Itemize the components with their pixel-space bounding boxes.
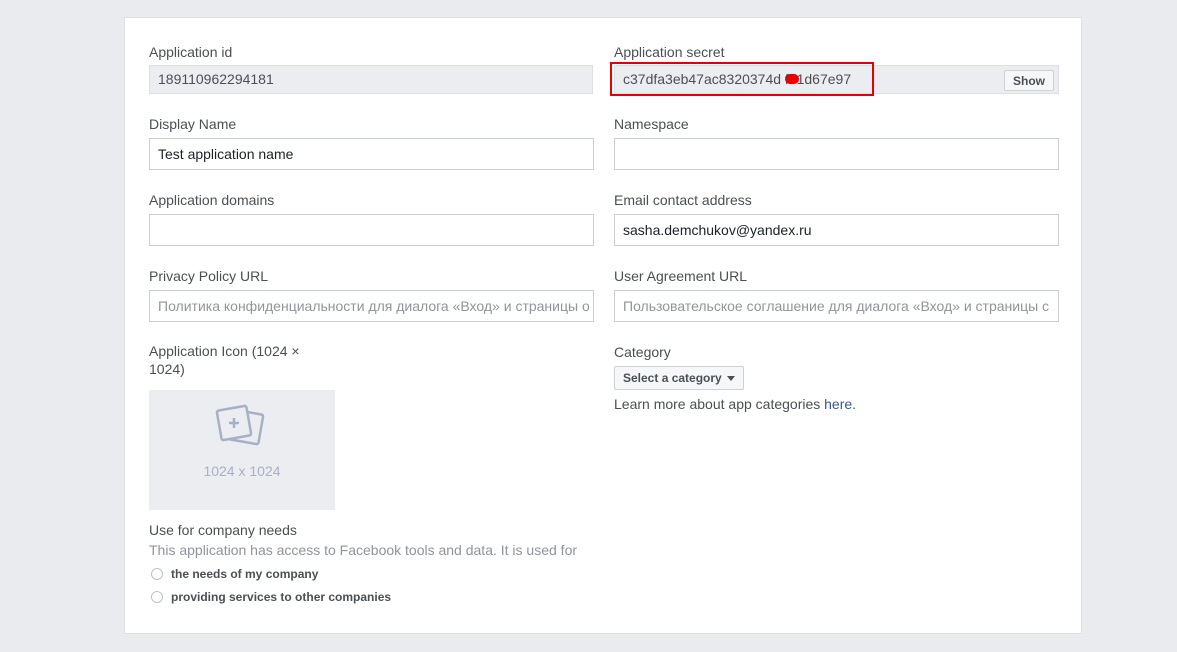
category-label: Category [614,344,671,360]
icon-size-text: 1024 x 1024 [203,463,281,479]
privacy-url-input[interactable]: Политика конфиденциальности для диалога … [149,290,594,322]
show-secret-button[interactable]: Show [1004,70,1054,91]
secret-highlight-box [610,62,874,96]
radio-button[interactable] [151,568,163,580]
radio-button[interactable] [151,591,163,603]
radio-option-label: providing services to other companies [171,590,392,604]
display-name-input[interactable]: Test application name [149,138,594,170]
email-label: Email contact address [614,192,752,208]
email-input[interactable]: sasha.demchukov@yandex.ru [614,214,1059,246]
app-domains-label: Application domains [149,192,275,208]
app-id-field: 189110962294181 [149,65,593,94]
app-icon-label: Application Icon (1024 × 1024) [149,342,300,378]
select-category-button[interactable]: Select a category [614,366,744,390]
caret-down-icon [726,376,735,382]
namespace-label: Namespace [614,116,689,132]
learn-more-text: Learn more about app categories [614,396,825,412]
radio-option-other-companies[interactable]: providing services to other companies [151,590,391,604]
app-id-label: Application id [149,44,233,60]
redaction-mark [785,74,799,84]
user-agreement-url-input[interactable]: Пользовательское соглашение для диалога … [614,290,1059,322]
namespace-input[interactable] [614,138,1059,170]
radio-option-label: the needs of my company [171,567,319,581]
app-icon-label-line1: Application Icon (1024 × [149,343,300,359]
radio-option-own-company[interactable]: the needs of my company [151,567,318,581]
image-upload-icon [215,404,265,446]
select-category-label: Select a category [623,371,722,385]
app-secret-label: Application secret [614,44,725,60]
app-icon-upload[interactable]: 1024 x 1024 [149,390,335,510]
user-agreement-url-label: User Agreement URL [614,268,748,284]
company-use-label: Use for company needs [149,522,297,538]
app-domains-input[interactable] [149,214,594,246]
category-learn-more: Learn more about app categories here. [614,396,856,412]
company-use-description: This application has access to Facebook … [149,542,578,558]
privacy-url-label: Privacy Policy URL [149,268,269,284]
learn-more-suffix: . [852,396,857,412]
app-icon-label-line2: 1024) [149,361,185,377]
display-name-label: Display Name [149,116,237,132]
learn-more-link[interactable]: here [824,396,852,412]
